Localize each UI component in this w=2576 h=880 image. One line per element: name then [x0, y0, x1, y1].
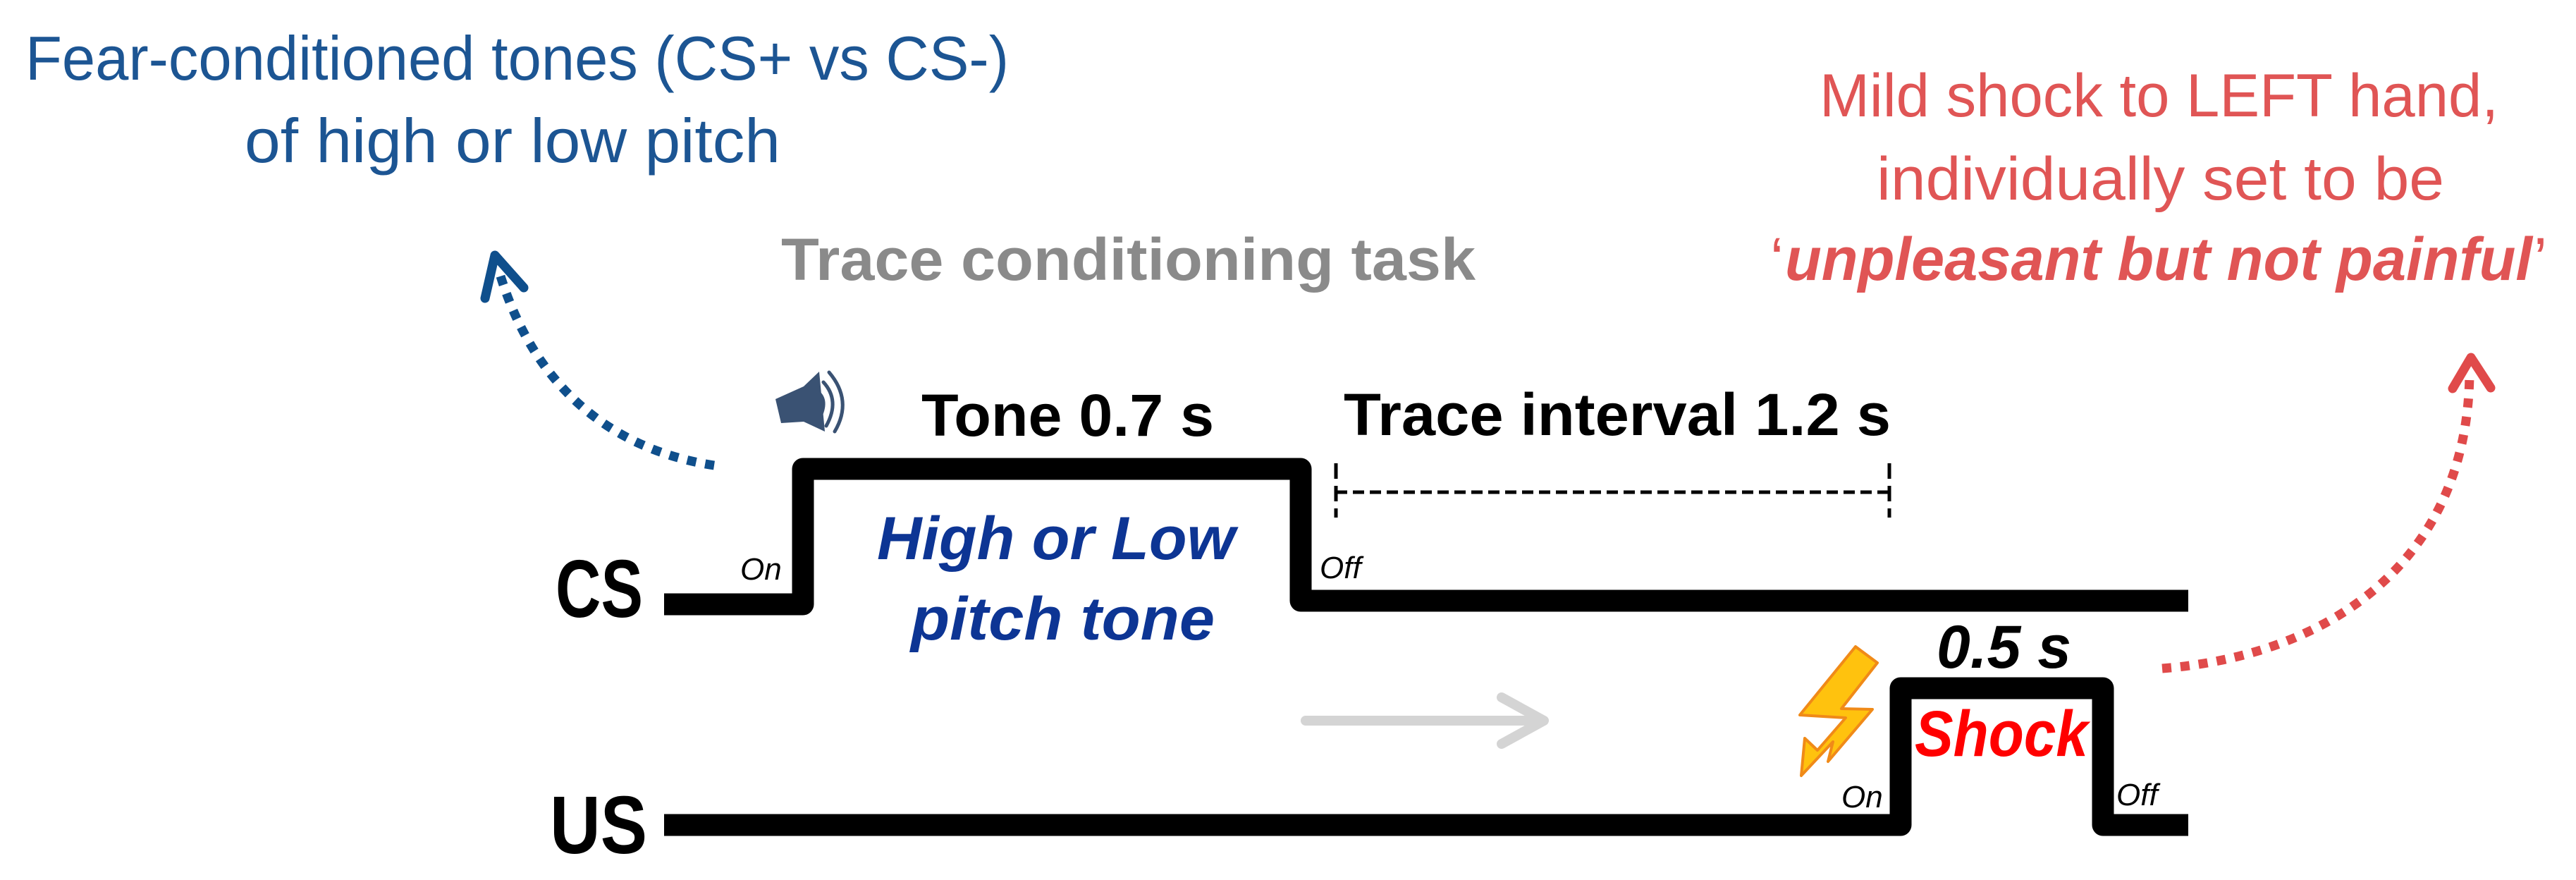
us-on-label: On — [1841, 780, 1883, 814]
cs-annotation: Fear-conditioned tones (CS+ vs CS-) of h… — [25, 23, 1009, 176]
cs-row-label: CS — [556, 543, 643, 635]
cs-arrow-shaft — [494, 270, 715, 470]
shock-stimulus-label: Shock — [1915, 698, 2090, 770]
us-annotation-quote-close: ’ — [2534, 226, 2547, 293]
trace-interval-label: Trace interval 1.2 s — [1344, 381, 1891, 448]
us-annotation-line-2: individually set to be — [1877, 145, 2444, 213]
us-annotation-arrow — [2161, 353, 2496, 673]
trace-conditioning-diagram: Fear-conditioned tones (CS+ vs CS-) of h… — [25, 23, 2547, 871]
shock-duration-label: 0.5 s — [1937, 613, 2071, 681]
us-annotation-emphasis: unpleasant but not painful — [1785, 226, 2534, 293]
cs-annotation-line-2: of high or low pitch — [245, 106, 780, 176]
diagram-title: Trace conditioning task — [781, 226, 1476, 293]
cs-annotation-arrow — [480, 250, 715, 470]
speaker-icon — [775, 370, 845, 434]
tone-stimulus-line-1: High or Low — [877, 505, 1239, 573]
us-annotation: Mild shock to LEFT hand, individually se… — [1770, 62, 2547, 293]
us-row-label: US — [550, 779, 647, 871]
us-annotation-line-1: Mild shock to LEFT hand, — [1820, 62, 2498, 130]
trace-interval-bracket — [1334, 463, 1891, 518]
us-annotation-quote-open: ‘ — [1770, 226, 1784, 293]
cs-annotation-line-1: Fear-conditioned tones (CS+ vs CS-) — [25, 23, 1009, 93]
tone-duration-label: Tone 0.7 s — [921, 382, 1214, 448]
us-off-label: Off — [2116, 778, 2161, 812]
cs-off-label: Off — [1320, 551, 1364, 585]
cs-on-label: On — [740, 552, 782, 587]
time-arrow — [1301, 692, 1549, 749]
tone-stimulus-line-2: pitch tone — [909, 585, 1215, 653]
us-arrow-shaft — [2161, 373, 2474, 673]
lightning-bolt-icon — [1798, 645, 1879, 777]
